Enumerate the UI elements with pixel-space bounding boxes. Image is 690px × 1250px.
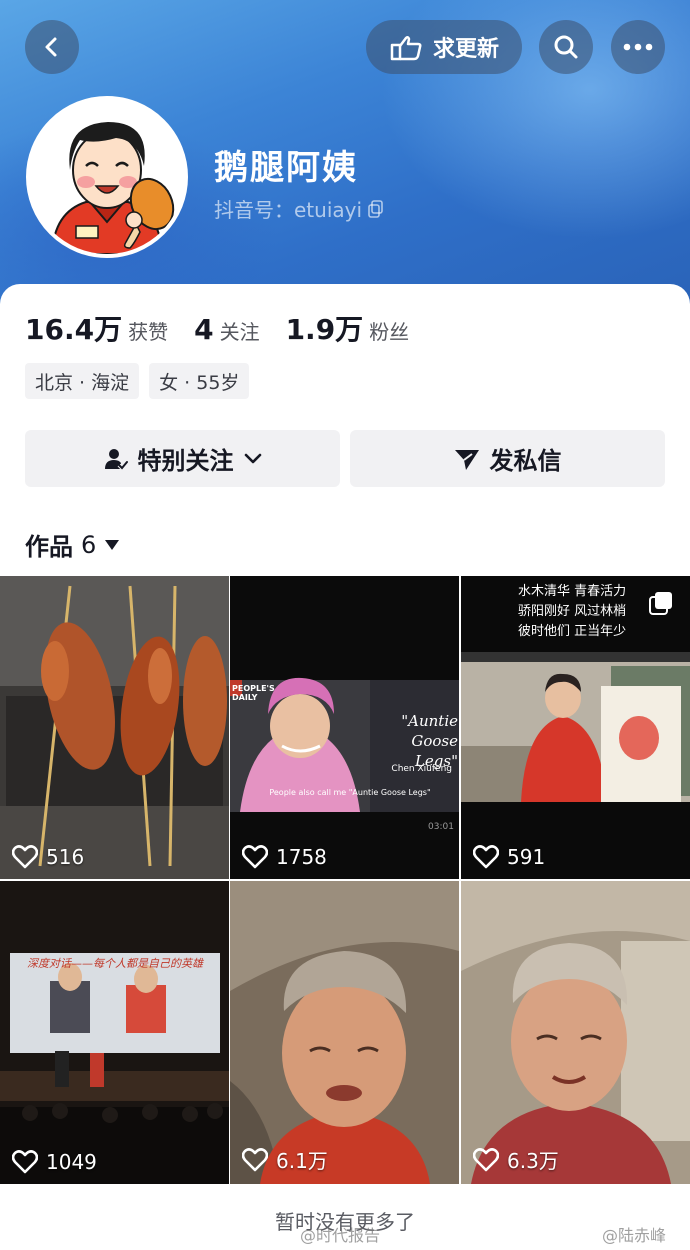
profile-content-card: 16.4万 获赞 4 关注 1.9万 粉丝 北京 · 海淀 女 · 55岁 特别… [0, 284, 690, 1250]
chevron-down-icon [244, 453, 261, 463]
watermark-left: @时代报告 [300, 1226, 381, 1245]
request-update-label: 求更新 [432, 37, 499, 62]
like-count: 591 [473, 845, 545, 869]
heart-icon [242, 845, 268, 869]
follow-user-icon [104, 448, 128, 471]
douyin-id[interactable]: 抖音号：etuiayi [214, 194, 384, 223]
selfie-video-image [461, 881, 690, 1184]
like-count-text: 1049 [46, 1150, 97, 1174]
heart-icon [473, 845, 499, 869]
video-grid: 516 PEOPLE'S DAILY "Auntie Goose Legs" C… [0, 576, 690, 1186]
more-icon [623, 43, 653, 51]
like-count: 516 [12, 845, 84, 869]
heart-icon [12, 845, 38, 869]
works-tab[interactable]: 作品 6 [25, 527, 120, 562]
video-thumbnail[interactable]: 6.3万 [461, 881, 690, 1184]
video-thumbnail[interactable]: 深度对话——每个人都是自己的英雄 1049 [0, 881, 229, 1184]
video-overlay-caption: People also call me "Auntie Goose Legs" [269, 788, 431, 797]
like-count-text: 516 [46, 845, 85, 869]
special-follow-label: 特别关注 [137, 447, 234, 475]
works-label: 作品 [25, 533, 73, 561]
cartoon-avatar-illustration [30, 100, 184, 254]
followers-label: 粉丝 [369, 320, 410, 344]
location-tag: 北京 · 海淀 [25, 363, 140, 399]
video-thumbnail[interactable]: PEOPLE'S DAILY "Auntie Goose Legs" Chen … [230, 576, 459, 879]
back-icon [45, 37, 57, 57]
heart-icon [242, 1147, 268, 1171]
like-count: 6.3万 [473, 1145, 559, 1174]
send-message-icon [454, 449, 479, 470]
video-overlay-title: "Auntie Goose Legs" [401, 712, 458, 770]
like-count-text: 1758 [276, 845, 327, 869]
search-icon [554, 35, 578, 59]
request-update-button[interactable]: 求更新 [366, 20, 522, 74]
video-thumbnail[interactable]: 水木清华 青春活力 骄阳刚好 风过林梢 彼时他们 正当年少 591 [461, 576, 690, 879]
like-count: 1049 [12, 1150, 97, 1174]
works-count: 6 [81, 530, 97, 559]
video-thumbnail[interactable]: 6.1万 [230, 881, 459, 1184]
multi-image-icon [649, 592, 672, 615]
stage-dialogue-image [0, 881, 229, 1184]
likes-label: 获赞 [128, 320, 169, 344]
like-count-text: 6.3万 [507, 1149, 559, 1173]
followers-count[interactable]: 1.9万 [286, 308, 364, 348]
likes-count[interactable]: 16.4万 [25, 308, 122, 348]
video-thumbnail[interactable]: 516 [0, 576, 229, 879]
like-count-text: 6.1万 [276, 1149, 328, 1173]
back-button[interactable] [25, 20, 79, 74]
copy-icon[interactable] [368, 199, 384, 218]
profile-stats: 16.4万 获赞 4 关注 1.9万 粉丝 [25, 308, 435, 348]
douyin-id-text: 抖音号：etuiayi [214, 198, 363, 222]
send-message-button[interactable]: 发私信 [350, 430, 665, 487]
heart-icon [473, 1147, 499, 1171]
update-hand-icon [390, 35, 422, 61]
send-message-label: 发私信 [489, 447, 562, 475]
selfie-video-image [230, 881, 459, 1184]
video-overlay-name: Chen Xiufeng [391, 764, 452, 774]
like-count-text: 591 [507, 845, 546, 869]
profile-tags: 北京 · 海淀 女 · 55岁 [25, 363, 250, 399]
more-button[interactable] [611, 20, 665, 74]
news-source-badge: PEOPLE'S DAILY [232, 684, 275, 702]
video-duration: 03:01 [428, 822, 454, 832]
overlay-line: 彼时他们 正当年少 [518, 624, 627, 639]
avatar[interactable] [26, 96, 188, 258]
caret-down-icon [105, 539, 120, 550]
heart-icon [12, 1150, 38, 1174]
roasted-goose-legs-image [0, 576, 229, 879]
special-follow-button[interactable]: 特别关注 [25, 430, 340, 487]
like-count: 1758 [242, 845, 327, 869]
stage-banner-text: 深度对话——每个人都是自己的英雄 [27, 957, 203, 970]
profile-name: 鹅腿阿姨 [214, 148, 358, 188]
following-count[interactable]: 4 [194, 313, 213, 346]
search-button[interactable] [539, 20, 593, 74]
gender-age-tag: 女 · 55岁 [149, 363, 250, 399]
like-count: 6.1万 [242, 1145, 328, 1174]
watermark-right: @陆赤峰 [602, 1226, 667, 1245]
following-label: 关注 [219, 320, 260, 344]
